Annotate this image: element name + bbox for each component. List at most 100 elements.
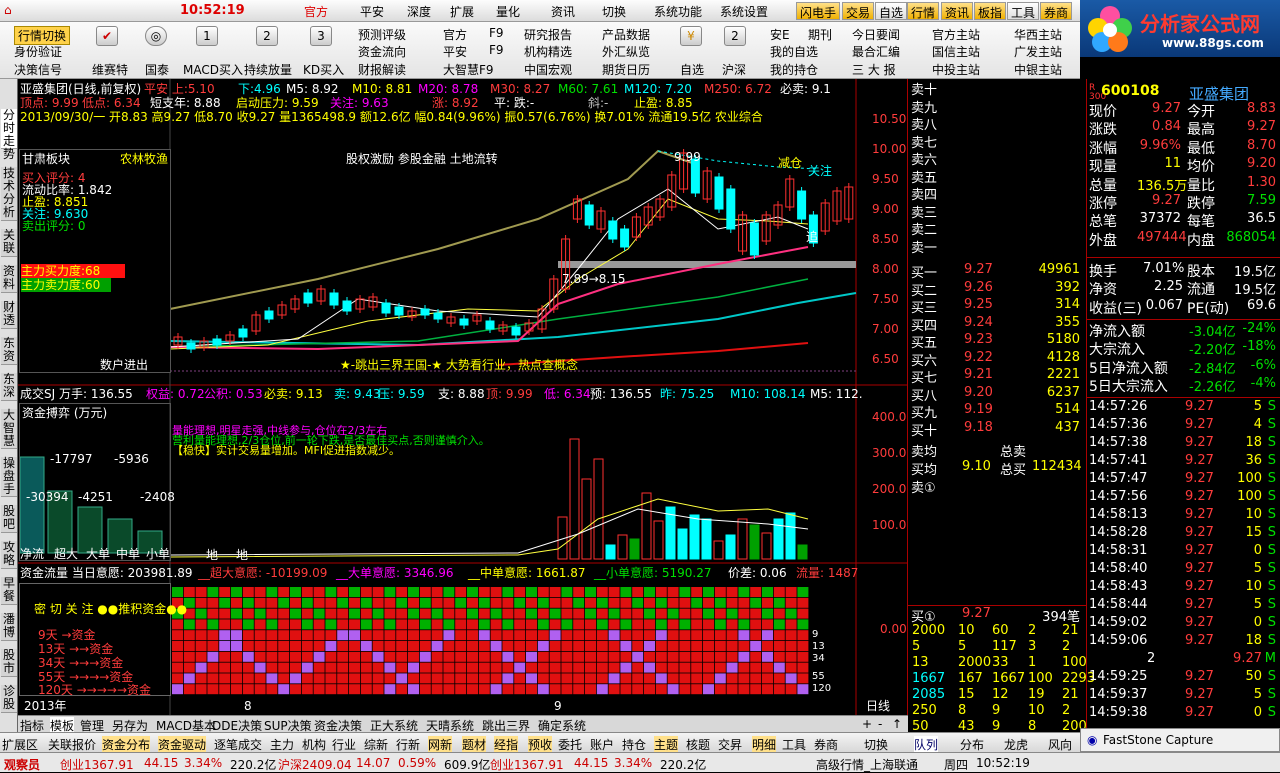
bid-row[interactable]: 买九 9.19 514 (908, 402, 1086, 421)
tb-guoxin[interactable]: 国信主站 (932, 43, 980, 60)
botbar-item[interactable]: 主题 (654, 736, 679, 753)
faststone-popup[interactable]: ◉ FastStone Capture (1080, 728, 1280, 752)
check-icon[interactable]: ✔ (96, 26, 118, 46)
tb-anE[interactable]: 安E (770, 26, 790, 43)
bid-row[interactable]: 买二 9.26 392 (908, 280, 1086, 299)
botbar-item[interactable]: 工具 (782, 736, 806, 753)
calendar-2-icon[interactable]: 2 (256, 26, 278, 46)
vtab-guanlian[interactable]: 关联 (1, 229, 17, 257)
ask-row[interactable]: 卖四 (908, 184, 1086, 203)
macd-buy-button[interactable]: MACD买入 (183, 61, 243, 78)
botbar-item[interactable]: 切换 (864, 736, 888, 753)
calendar-4-icon[interactable]: 2 (724, 26, 746, 46)
guotai-button[interactable]: 国泰 (145, 61, 169, 78)
tb-research[interactable]: 研究报告 (524, 26, 572, 43)
tb-zixuan[interactable]: 自选 (680, 61, 704, 78)
bid-row[interactable]: 买三 9.25 314 (908, 297, 1086, 316)
vtab-caopanshou[interactable]: 操盘手 (1, 457, 17, 497)
botbar-item[interactable]: 关联报价 (48, 736, 96, 753)
botbar-item[interactable]: 资金驱动 (158, 736, 207, 753)
tab-duilie[interactable]: 队列 (914, 736, 939, 753)
botbar-item[interactable]: 网新 (428, 736, 453, 753)
botbar-item[interactable]: 题材 (462, 736, 487, 753)
botbar-item[interactable]: 行新 (396, 736, 420, 753)
expand-icon[interactable]: ↑ (892, 717, 902, 731)
tb-f9-b[interactable]: F9 (489, 43, 504, 57)
calendar-1-icon[interactable]: 1 (196, 26, 218, 46)
vtab-gonglue[interactable]: 攻略 (1, 541, 17, 569)
botbar-item[interactable]: 核题 (686, 736, 710, 753)
tb-report[interactable]: 财报解读 (358, 61, 406, 78)
tb-guangfa[interactable]: 广发主站 (1014, 43, 1062, 60)
ask-row[interactable]: 卖六 (908, 149, 1086, 168)
bid-row[interactable]: 买一 9.27 49961 (908, 262, 1086, 281)
bid-row[interactable]: 买五 9.23 5180 (908, 332, 1086, 351)
tab-fenbu[interactable]: 分布 (960, 736, 984, 753)
tb-myholding[interactable]: 我的持仓 (770, 61, 818, 78)
tab-gongju[interactable]: 工具 (1007, 2, 1040, 20)
vtab-dzh[interactable]: 大智慧 (1, 409, 17, 449)
tb-compile[interactable]: 最合汇编 (852, 43, 900, 60)
tb-futures[interactable]: 期货日历 (602, 61, 650, 78)
decision-signal-button[interactable]: 决策信号 (14, 61, 62, 78)
tb-forex[interactable]: 外汇纵览 (602, 43, 650, 60)
vtab-dongshen[interactable]: 东深 (1, 373, 17, 401)
botbar-item[interactable]: 交昇 (718, 736, 742, 753)
tb-journal[interactable]: 期刊 (808, 26, 832, 43)
tb-huaxi[interactable]: 华西主站 (1014, 26, 1062, 43)
bid-row[interactable]: 买十 9.18 437 (908, 420, 1086, 439)
tab-zixuan[interactable]: 自选 (875, 2, 908, 20)
botbar-item[interactable]: 账户 (590, 736, 614, 753)
tab-quanshang[interactable]: 券商 (1040, 2, 1073, 20)
bid-row[interactable]: 买四 9.24 355 (908, 315, 1086, 334)
tb-official-site[interactable]: 官方主站 (932, 26, 980, 43)
vtab-jishu[interactable]: 技术分析 (1, 167, 17, 221)
menu-system-func[interactable]: 系统功能 (654, 3, 702, 20)
ask-row[interactable]: 卖一 (908, 237, 1086, 256)
tb-forecast[interactable]: 预测评级 (358, 26, 406, 43)
menu-system-settings[interactable]: 系统设置 (720, 3, 768, 20)
botbar-item[interactable]: 资金分布 (102, 736, 151, 753)
vtab-dongzi[interactable]: 东资 (1, 337, 17, 365)
tb-pingan-f9[interactable]: 平安 (443, 43, 467, 60)
menu-pingan[interactable]: 平安 (360, 3, 384, 20)
vtab-panbo[interactable]: 潘博 (1, 613, 17, 641)
calendar-3-icon[interactable]: 3 (310, 26, 332, 46)
tab-hangqing[interactable]: 行情 (907, 2, 940, 20)
yen-icon[interactable]: ¥ (680, 26, 702, 46)
menu-kuozhan[interactable]: 扩展 (450, 3, 474, 20)
tb-dzh-f9[interactable]: 大智慧F9 (443, 61, 494, 78)
tb-product-data[interactable]: 产品数据 (602, 26, 650, 43)
auth-button[interactable]: 身份验证 (14, 43, 62, 60)
tb-news[interactable]: 今日要闻 (852, 26, 900, 43)
botbar-item[interactable]: 持仓 (622, 736, 646, 753)
vtab-caitou[interactable]: 财透 (1, 301, 17, 329)
zoom-out-icon[interactable]: - (878, 717, 882, 731)
observer-label[interactable]: 观察员 (4, 756, 40, 773)
volume-button[interactable]: 持续放量 (244, 61, 292, 78)
botbar-item[interactable]: 逐笔成交 (214, 736, 262, 753)
kd-buy-button[interactable]: KD买入 (303, 61, 344, 78)
vtab-guba[interactable]: 股吧 (1, 505, 17, 533)
menu-qiehuan[interactable]: 切换 (602, 3, 626, 20)
botbar-item[interactable]: 明细 (752, 736, 777, 753)
botbar-item[interactable]: 行业 (332, 736, 356, 753)
tb-zhongtou[interactable]: 中投主站 (932, 61, 980, 78)
vtab-gushi[interactable]: 股市 (1, 649, 17, 677)
tb-f9-a[interactable]: F9 (489, 26, 504, 40)
bid-row[interactable]: 买八 9.20 6237 (908, 385, 1086, 404)
botbar-item[interactable]: 综新 (364, 736, 388, 753)
vtab-zaocan[interactable]: 早餐 (1, 577, 17, 605)
tab-bangzhi[interactable]: 板指 (974, 2, 1007, 20)
botbar-item[interactable]: 委托 (558, 736, 582, 753)
tab-jiaoyi[interactable]: 交易 (842, 2, 875, 20)
ask-row[interactable]: 卖五 (908, 167, 1086, 186)
tb-institution[interactable]: 机构精选 (524, 43, 572, 60)
bid-row[interactable]: 买六 9.22 4128 (908, 350, 1086, 369)
tab-fengxiang[interactable]: 风向 (1048, 736, 1072, 753)
weisaite-button[interactable]: 维赛特 (92, 61, 128, 78)
tb-zhongyin[interactable]: 中银主站 (1014, 61, 1062, 78)
zoom-in-icon[interactable]: + (862, 717, 872, 731)
tb-myzixuan[interactable]: 我的自选 (770, 43, 818, 60)
menu-shendu[interactable]: 深度 (407, 3, 431, 20)
